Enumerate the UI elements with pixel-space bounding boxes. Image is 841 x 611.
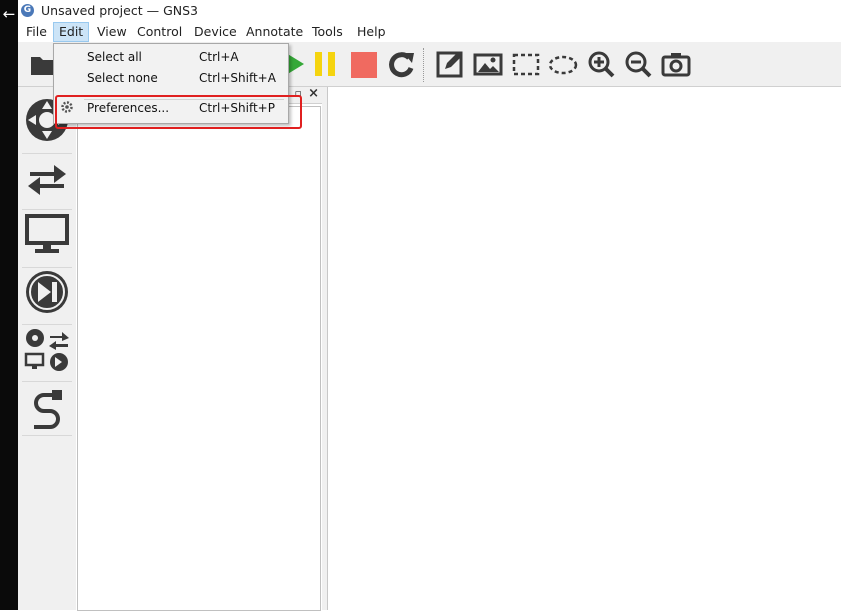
menu-item-shortcut: Ctrl+A xyxy=(199,50,239,64)
device-separator xyxy=(22,435,72,436)
menu-item-select-none[interactable]: Select none Ctrl+Shift+A xyxy=(54,68,288,88)
toolbar-separator xyxy=(423,48,426,82)
menu-item-select-all[interactable]: Select all Ctrl+A xyxy=(54,47,288,67)
stop-icon[interactable] xyxy=(348,48,380,80)
menu-edit[interactable]: Edit xyxy=(53,22,90,42)
back-arrow-icon[interactable]: ← xyxy=(1,5,17,23)
device-separator xyxy=(22,381,72,382)
left-black-strip: ← xyxy=(0,0,18,610)
menu-device[interactable]: Device xyxy=(189,23,242,41)
all-devices-icon[interactable] xyxy=(24,327,70,373)
window-title: Unsaved project — GNS3 xyxy=(41,3,198,18)
device-separator xyxy=(22,267,72,268)
insert-image-icon[interactable] xyxy=(472,48,504,80)
reload-icon[interactable] xyxy=(385,48,417,80)
menu-control[interactable]: Control xyxy=(132,23,187,41)
zoom-out-icon[interactable] xyxy=(622,48,654,80)
menu-view[interactable]: View xyxy=(92,23,132,41)
device-separator xyxy=(22,324,72,325)
zoom-in-icon[interactable] xyxy=(585,48,617,80)
dock-close-icon[interactable]: × xyxy=(308,86,319,101)
device-toolbar xyxy=(18,87,77,610)
device-separator xyxy=(22,153,72,154)
end-device-icon[interactable] xyxy=(24,211,70,257)
menu-tools[interactable]: Tools xyxy=(307,23,348,41)
add-link-icon[interactable] xyxy=(24,385,70,431)
gns3-logo-icon: G xyxy=(21,4,34,17)
menu-annotate[interactable]: Annotate xyxy=(241,23,308,41)
switch-icon[interactable] xyxy=(24,155,70,201)
menu-item-shortcut: Ctrl+Shift+A xyxy=(199,71,276,85)
dock-panel xyxy=(77,106,321,611)
device-separator xyxy=(22,209,72,210)
draw-ellipse-icon[interactable] xyxy=(547,48,579,80)
title-bar: G Unsaved project — GNS3 xyxy=(18,0,841,22)
screenshot-icon[interactable] xyxy=(660,48,692,80)
topology-summary-dock: ▫ × xyxy=(76,86,323,611)
workspace-canvas[interactable] xyxy=(328,87,841,610)
menu-file[interactable]: File xyxy=(21,23,52,41)
draw-rectangle-icon[interactable] xyxy=(510,48,542,80)
menu-item-label: Select none xyxy=(87,71,158,85)
highlight-box xyxy=(55,95,302,129)
menu-bar: File Edit View Control Device Annotate T… xyxy=(18,22,841,42)
menu-item-label: Select all xyxy=(87,50,142,64)
pause-icon[interactable] xyxy=(310,48,342,80)
add-note-icon[interactable] xyxy=(434,48,466,80)
menu-help[interactable]: Help xyxy=(352,23,391,41)
security-device-icon[interactable] xyxy=(24,269,70,315)
